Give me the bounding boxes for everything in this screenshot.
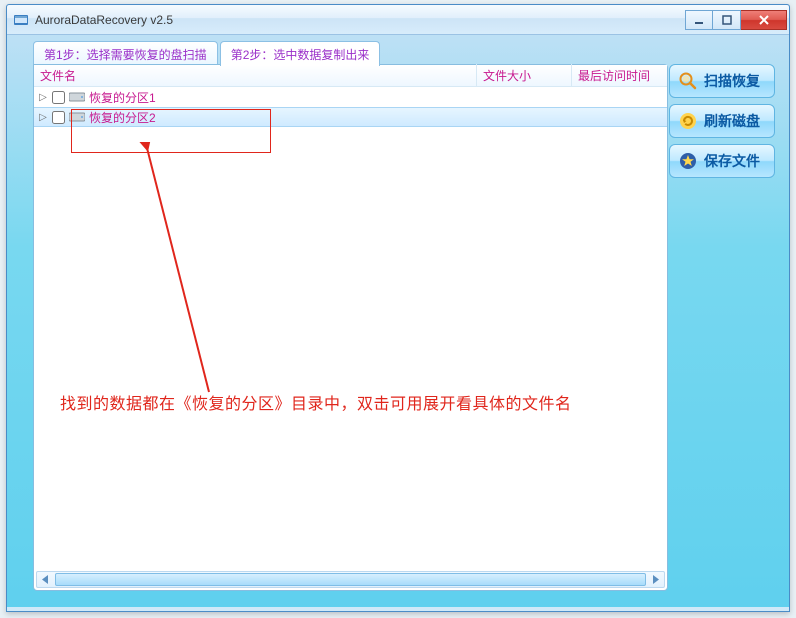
list-body: ▷ 恢复的分区1 ▷ — [34, 87, 667, 570]
row-checkbox[interactable] — [52, 111, 65, 124]
list-row[interactable]: ▷ 恢复的分区1 — [34, 87, 667, 107]
expand-icon[interactable]: ▷ — [38, 112, 48, 123]
list-row[interactable]: ▷ 恢复的分区2 — [34, 107, 667, 127]
tab-step2[interactable]: 第2步：选中数据复制出来 — [220, 41, 381, 66]
expand-icon[interactable]: ▷ — [38, 92, 48, 103]
window-title: AuroraDataRecovery v2.5 — [35, 13, 679, 27]
scan-recover-button[interactable]: 扫描恢复 — [669, 64, 775, 98]
close-button[interactable] — [741, 10, 787, 30]
annotation-text: 找到的数据都在《恢复的分区》目录中，双击可用展开看具体的文件名 — [60, 390, 572, 414]
row-checkbox[interactable] — [52, 91, 65, 104]
col-filename[interactable]: 文件名 — [34, 64, 477, 87]
star-disk-icon — [678, 151, 698, 171]
window-controls — [685, 10, 787, 30]
row-label: 恢复的分区2 — [89, 109, 156, 126]
row-label: 恢复的分区1 — [89, 89, 156, 106]
scroll-thumb[interactable] — [55, 573, 646, 586]
col-lastaccess[interactable]: 最后访问时间 — [572, 64, 667, 87]
tab-bar: 第1步：选择需要恢复的盘扫描 第2步：选中数据复制出来 — [19, 41, 777, 66]
scroll-left-icon[interactable] — [37, 572, 54, 587]
app-window: AuroraDataRecovery v2.5 第1步：选择需要恢复的盘扫描 第… — [6, 4, 790, 612]
maximize-button[interactable] — [713, 10, 741, 30]
refresh-icon — [678, 111, 698, 131]
app-icon — [13, 12, 29, 28]
button-label: 扫描恢复 — [704, 71, 760, 91]
col-filesize[interactable]: 文件大小 — [477, 64, 572, 87]
drive-icon — [69, 111, 85, 123]
drive-icon — [69, 91, 85, 103]
button-label: 保存文件 — [704, 151, 760, 171]
magnifier-icon — [678, 71, 698, 91]
file-panel: 文件名 文件大小 最后访问时间 ▷ 恢复的分区1 — [33, 64, 668, 591]
titlebar: AuroraDataRecovery v2.5 — [7, 5, 789, 35]
annotation-arrow-icon — [89, 142, 219, 402]
side-buttons: 扫描恢复 刷新磁盘 保存文件 — [669, 64, 775, 178]
window-bottom-edge — [7, 607, 789, 611]
list-header: 文件名 文件大小 最后访问时间 — [34, 65, 667, 87]
scroll-right-icon[interactable] — [647, 572, 664, 587]
button-label: 刷新磁盘 — [704, 111, 760, 131]
minimize-button[interactable] — [685, 10, 713, 30]
panel-wrap: 文件名 文件大小 最后访问时间 ▷ 恢复的分区1 — [19, 64, 777, 599]
tab-step1[interactable]: 第1步：选择需要恢复的盘扫描 — [33, 41, 218, 66]
horizontal-scrollbar[interactable] — [36, 571, 665, 588]
save-file-button[interactable]: 保存文件 — [669, 144, 775, 178]
refresh-disk-button[interactable]: 刷新磁盘 — [669, 104, 775, 138]
client-area: 第1步：选择需要恢复的盘扫描 第2步：选中数据复制出来 文件名 文件大小 最后访… — [19, 41, 777, 599]
